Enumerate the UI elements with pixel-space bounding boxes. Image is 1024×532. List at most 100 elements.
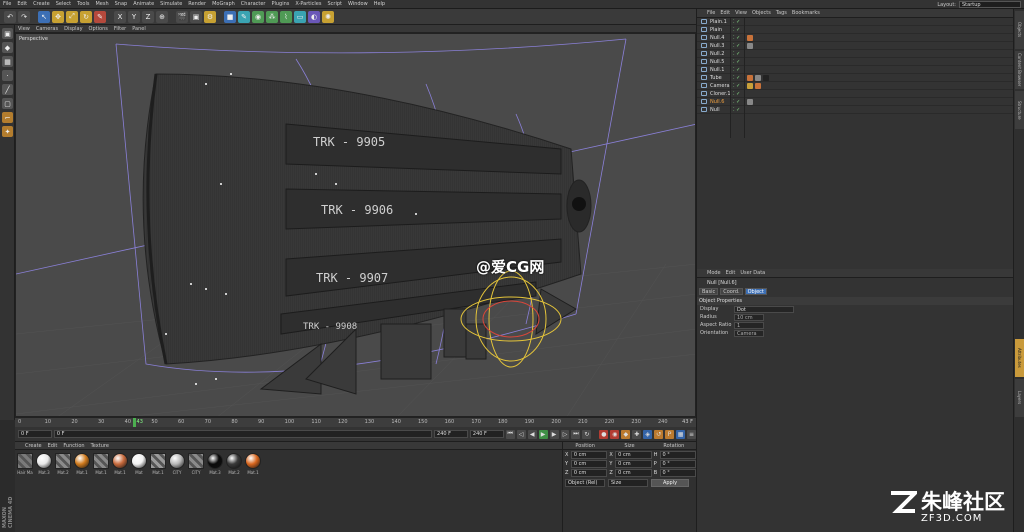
menu-plugins[interactable]: Plugins [271, 1, 289, 7]
key-pos-icon[interactable]: ✚ [632, 429, 642, 439]
visibility-dots-icon[interactable]: ⁚ ✓ [733, 67, 743, 73]
timeline-ruler[interactable]: 0 10 20 30 40 50 60 70 80 90 100 110 120 130 140 150 160… [15, 417, 696, 427]
menu-snap[interactable]: Snap [115, 1, 128, 7]
rotate-icon[interactable]: ↻ [80, 10, 92, 23]
rotation-field[interactable]: 0 ° [659, 450, 697, 459]
start-frame-field[interactable]: 0 F [18, 430, 52, 438]
attribute-value[interactable]: 10 cm [734, 313, 764, 321]
attribute-menu-edit[interactable]: Edit [726, 270, 736, 276]
prev-frame-icon[interactable]: ◀ [527, 429, 537, 439]
perspective-viewport[interactable]: Perspective TRK - 9905 TRK - 9906 TRK - … [15, 33, 696, 417]
menu-window[interactable]: Window [348, 1, 368, 7]
viewport-menu-view[interactable]: View [18, 26, 30, 32]
material-swatch[interactable]: Mat.1 [112, 453, 128, 475]
material-menu-create[interactable]: Create [25, 443, 42, 449]
material-menu-edit[interactable]: Edit [48, 443, 58, 449]
timeline-playhead[interactable] [132, 418, 136, 427]
menu-mesh[interactable]: Mesh [95, 1, 108, 7]
visibility-dots-icon[interactable]: ⁚ ✓ [733, 91, 743, 97]
menu-create[interactable]: Create [33, 1, 50, 7]
material-swatch[interactable]: Mat.3 [207, 453, 223, 475]
tag-icon[interactable] [747, 74, 753, 81]
attribute-value[interactable]: Camera [734, 329, 764, 337]
render-icon[interactable]: ▣ [190, 10, 202, 23]
select-icon[interactable]: ↖ [38, 10, 50, 23]
rotation-field[interactable]: 0 ° [659, 459, 697, 468]
clapper-icon[interactable]: 🎬 [176, 10, 188, 23]
next-frame-icon[interactable]: ▶ [549, 429, 559, 439]
material-swatch[interactable]: CITY [169, 453, 185, 475]
tag-icon[interactable] [755, 74, 761, 81]
polygons-mode-icon[interactable]: ▢ [2, 98, 13, 109]
make-editable-icon[interactable]: ▣ [2, 28, 13, 39]
z-axis-icon[interactable]: Z [142, 10, 154, 23]
cloner-icon[interactable]: ⁂ [266, 10, 278, 23]
side-tab-structure[interactable]: Structure [1015, 91, 1024, 129]
go-end-icon[interactable]: ⏭ [571, 429, 581, 439]
visibility-dots-icon[interactable]: ⁚ ✓ [733, 83, 743, 89]
viewport-menu-display[interactable]: Display [64, 26, 82, 32]
attribute-value[interactable]: Dot [734, 305, 794, 313]
visibility-dots-icon[interactable]: ⁚ ✓ [733, 99, 743, 105]
size-field[interactable]: 0 cm [615, 468, 652, 477]
deformer-icon[interactable]: ⌇ [280, 10, 292, 23]
viewport-menu-filter[interactable]: Filter [114, 26, 126, 32]
visibility-dots-icon[interactable]: ⁚ ✓ [733, 51, 743, 57]
next-key-icon[interactable]: ▷ [560, 429, 570, 439]
menu-simulate[interactable]: Simulate [160, 1, 182, 7]
menu-edit[interactable]: Edit [17, 1, 27, 7]
material-swatch[interactable]: Mat.1 [245, 453, 261, 475]
tag-column-divider[interactable] [744, 18, 745, 138]
side-tab-layers[interactable]: Layers [1015, 379, 1024, 417]
tab-basic[interactable]: Basic [699, 287, 719, 295]
object-menu-objects[interactable]: Objects [752, 10, 771, 16]
play-icon[interactable]: ▶ [538, 429, 548, 439]
size-field[interactable]: 0 cm [615, 459, 652, 468]
redo-icon[interactable]: ↷ [18, 10, 30, 23]
snap-icon[interactable]: ✦ [2, 126, 13, 137]
apply-button[interactable]: Apply [651, 479, 689, 487]
material-swatch[interactable]: Mat.2 [226, 453, 242, 475]
material-swatch[interactable]: CITY [188, 453, 204, 475]
position-field[interactable]: 0 cm [570, 450, 608, 459]
edges-mode-icon[interactable]: ╱ [2, 84, 13, 95]
material-menu-texture[interactable]: Texture [91, 443, 109, 449]
coord-icon[interactable]: ⊕ [156, 10, 168, 23]
tool-icon[interactable]: ✎ [94, 10, 106, 23]
visibility-dots-icon[interactable]: ⁚ ✓ [733, 59, 743, 65]
menu-x-particles[interactable]: X-Particles [295, 1, 321, 7]
axis-mode-icon[interactable]: ⌐ [2, 112, 13, 123]
material-menu-function[interactable]: Function [63, 443, 84, 449]
end-frame-field[interactable]: 240 F [469, 430, 504, 438]
menu-animate[interactable]: Animate [133, 1, 154, 7]
light-icon[interactable]: ✺ [322, 10, 334, 23]
points-mode-icon[interactable]: · [2, 70, 13, 81]
tag-icon[interactable] [747, 82, 753, 89]
menu-tools[interactable]: Tools [77, 1, 89, 7]
tab-object[interactable]: Object [744, 287, 767, 295]
material-swatch[interactable]: Mat.1 [150, 453, 166, 475]
position-field[interactable]: 0 cm [570, 468, 608, 477]
render-settings-icon[interactable]: ⚙ [204, 10, 216, 23]
material-swatch[interactable]: Mat.1 [93, 453, 109, 475]
side-tab-content-browser[interactable]: Content Browser [1015, 51, 1024, 89]
cube-icon[interactable]: ■ [224, 10, 236, 23]
max-frame-field[interactable]: 240 F [434, 430, 468, 438]
object-menu-file[interactable]: File [707, 10, 715, 16]
material-swatch[interactable]: Mat.3 [36, 453, 52, 475]
frame-range-field[interactable]: 0 F [53, 430, 433, 438]
menu-help[interactable]: Help [374, 1, 385, 7]
record-icon[interactable]: ● [599, 429, 609, 439]
key-scale-icon[interactable]: ◈ [643, 429, 653, 439]
keyframe-sel-icon[interactable]: ◆ [621, 429, 631, 439]
timeline-menu-icon[interactable]: ≡ [687, 429, 696, 439]
material-swatch[interactable]: Mat.2 [55, 453, 71, 475]
auto-key-icon[interactable]: ◉ [610, 429, 620, 439]
attribute-menu-mode[interactable]: Mode [707, 270, 721, 276]
coord-mode-select[interactable]: Object (Rel) [565, 479, 605, 487]
side-tab-attributes[interactable]: Attributes [1015, 339, 1024, 377]
tag-icon[interactable] [747, 34, 753, 41]
floor-icon[interactable]: ▭ [294, 10, 306, 23]
move-icon[interactable]: ✥ [52, 10, 64, 23]
tag-icon[interactable] [747, 42, 753, 49]
